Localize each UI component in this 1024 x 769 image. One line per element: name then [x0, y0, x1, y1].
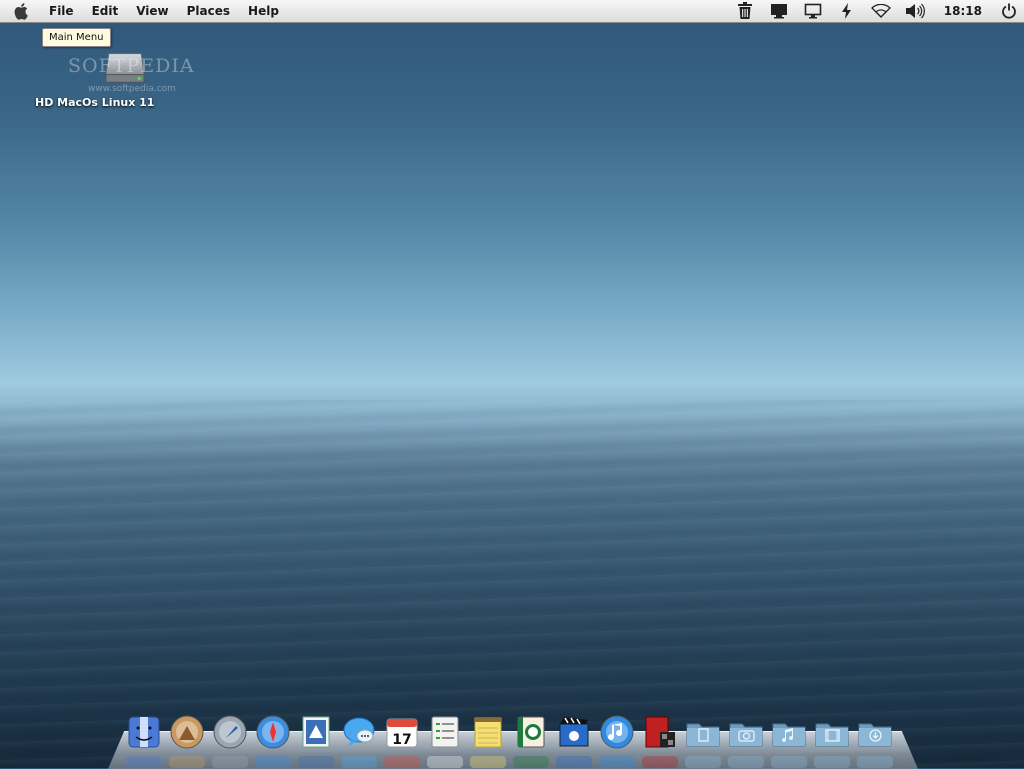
dock-reflection-tile [298, 756, 334, 768]
hd-drive-label: HD MacOs Linux 11 [35, 96, 155, 109]
softpedia-watermark-url: www.softpedia.com [88, 84, 176, 94]
clock[interactable]: 18:18 [944, 4, 982, 18]
power-flash-icon[interactable] [836, 2, 858, 20]
menu-file[interactable]: File [40, 0, 83, 23]
svg-text:17: 17 [392, 732, 411, 748]
launchpad-rocket-icon[interactable] [212, 713, 248, 751]
safari-compass-icon[interactable] [255, 713, 291, 751]
music-folder-icon[interactable] [771, 713, 807, 751]
pictures-folder-icon[interactable] [728, 713, 764, 751]
dock-reflection-tile [384, 756, 420, 768]
dock-reflection-tile [556, 756, 592, 768]
menu-places[interactable]: Places [178, 0, 239, 23]
dock-reflection-tile [126, 756, 162, 768]
itunes-icon[interactable] [599, 713, 635, 751]
mountain-lion-icon[interactable] [169, 713, 205, 751]
menu-help[interactable]: Help [239, 0, 288, 23]
downloads-folder-icon[interactable] [857, 713, 893, 751]
notes-icon[interactable] [470, 713, 506, 751]
main-menu-tooltip: Main Menu [42, 28, 111, 47]
top-menu-bar: File Edit View Places Help 18:18 [0, 0, 1024, 23]
dock-reflection-tile [599, 756, 635, 768]
documents-folder-icon[interactable] [685, 713, 721, 751]
finder-icon[interactable] [126, 713, 162, 751]
menu-edit[interactable]: Edit [83, 0, 128, 23]
softpedia-watermark: SOFTPEDIA [68, 55, 195, 77]
dock-reflection-tile [728, 756, 764, 768]
dock-reflection-tile [341, 756, 377, 768]
monitor-icon[interactable] [802, 2, 824, 20]
dock-reflection-tile [212, 756, 248, 768]
dock-reflection-tile [255, 756, 291, 768]
system-tray: 18:18 [728, 0, 1024, 23]
calendar-icon[interactable]: 17 [384, 713, 420, 751]
movies-folder-icon[interactable] [814, 713, 850, 751]
hd-drive-desktop-icon[interactable]: SOFTPEDIA www.softpedia.com HD MacOs Lin… [30, 48, 194, 112]
dock-reflection-tile [427, 756, 463, 768]
messages-bubble-icon[interactable] [341, 713, 377, 751]
mail-stamp-icon[interactable] [298, 713, 334, 751]
shutdown-icon[interactable] [998, 2, 1020, 20]
dock-reflection-tile [642, 756, 678, 768]
dock: 17 [126, 713, 893, 755]
dock-reflection-tile [685, 756, 721, 768]
display-icon[interactable] [768, 2, 790, 20]
trash-icon[interactable] [734, 2, 756, 20]
reminders-icon[interactable] [427, 713, 463, 751]
dock-reflection-tile [771, 756, 807, 768]
starbucks-book-icon[interactable] [513, 713, 549, 751]
dock-reflection-tile [513, 756, 549, 768]
volume-icon[interactable] [904, 2, 926, 20]
dock-reflection [126, 756, 893, 768]
dock-reflection-tile [470, 756, 506, 768]
dock-reflection-tile [169, 756, 205, 768]
dock-reflection-tile [814, 756, 850, 768]
dock-reflection-tile [857, 756, 893, 768]
apple-logo-icon[interactable] [12, 1, 32, 21]
photo-booth-icon[interactable] [642, 713, 678, 751]
menu-view[interactable]: View [127, 0, 177, 23]
imovie-icon[interactable] [556, 713, 592, 751]
wifi-icon[interactable] [870, 2, 892, 20]
